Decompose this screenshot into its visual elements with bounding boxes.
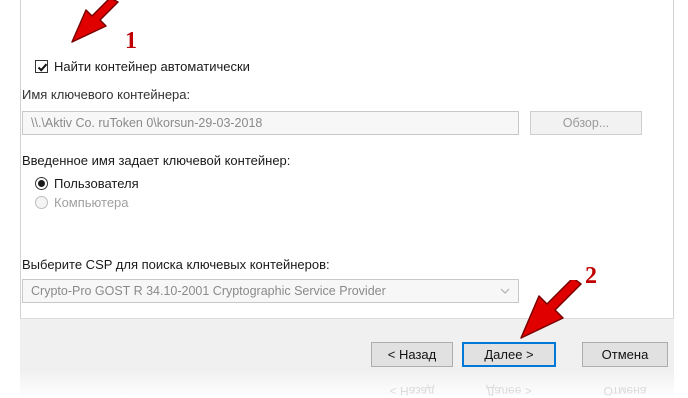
auto-find-checkbox[interactable] <box>35 60 48 73</box>
arrow-1-icon <box>71 0 119 43</box>
checkmark-icon <box>37 63 48 72</box>
next-button-reflection: Далее > <box>486 384 532 398</box>
marker-2: 2 <box>585 263 597 289</box>
csp-select-value: Crypto-Pro GOST R 34.10-2001 Cryptograph… <box>31 284 386 298</box>
marker-1: 1 <box>125 28 137 54</box>
radio-user[interactable] <box>35 177 48 190</box>
back-button-reflection: < Назад <box>389 384 435 398</box>
cancel-button-reflection: Отмена <box>603 384 647 398</box>
chevron-down-icon <box>500 288 510 294</box>
auto-find-label[interactable]: Найти контейнер автоматически <box>54 59 250 74</box>
next-button[interactable]: Далее > <box>462 342 556 367</box>
container-name-label: Имя ключевого контейнера: <box>22 87 191 102</box>
csp-label: Выберите CSP для поиска ключевых контейн… <box>22 257 330 272</box>
radio-user-label[interactable]: Пользователя <box>54 176 139 191</box>
csp-select[interactable]: Crypto-Pro GOST R 34.10-2001 Cryptograph… <box>22 279 519 303</box>
radio-computer[interactable] <box>35 196 48 209</box>
back-button[interactable]: < Назад <box>371 342 453 367</box>
browse-button[interactable]: Обзор... <box>530 111 642 135</box>
reflection-fade <box>20 370 674 398</box>
owner-group-label: Введенное имя задает ключевой контейнер: <box>22 153 291 168</box>
radio-computer-label[interactable]: Компьютера <box>54 195 129 210</box>
cancel-button[interactable]: Отмена <box>582 342 668 367</box>
arrow-2-icon <box>520 280 582 339</box>
container-name-field[interactable]: \\.\Aktiv Co. ruToken 0\korsun-29-03-201… <box>22 111 519 135</box>
